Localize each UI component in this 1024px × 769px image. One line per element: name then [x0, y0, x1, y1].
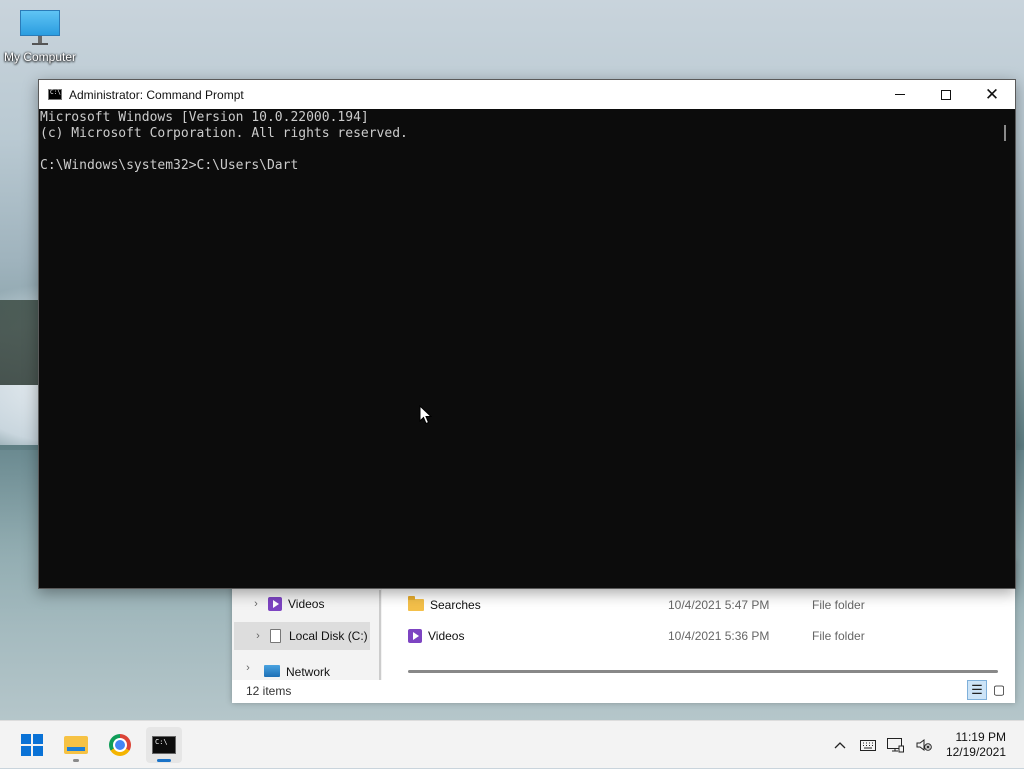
console-line: (c) Microsoft Corporation. All rights re… — [40, 126, 408, 141]
file-type: File folder — [812, 598, 865, 612]
taskbar-command-prompt[interactable] — [146, 727, 182, 763]
windows-start-icon — [21, 734, 43, 756]
file-row[interactable]: Videos 10/4/2021 5:36 PM File folder — [408, 624, 1008, 648]
maximize-icon — [941, 89, 951, 100]
minimize-icon — [895, 94, 905, 95]
file-date: 10/4/2021 5:47 PM — [668, 598, 770, 612]
clock-date: 12/19/2021 — [945, 745, 1006, 759]
console-prompt-line: C:\Windows\system32>C:\Users\Dart — [40, 158, 299, 173]
file-name: Videos — [428, 629, 465, 643]
chevron-up-icon[interactable] — [826, 731, 854, 759]
pane-splitter[interactable] — [379, 590, 381, 680]
minimize-button[interactable] — [877, 80, 923, 109]
command-prompt-window[interactable]: Administrator: Command Prompt ✕ Microsof… — [38, 79, 1016, 589]
video-icon — [408, 629, 422, 643]
desktop-icon-label: My Computer — [3, 50, 77, 64]
window-title: Administrator: Command Prompt — [69, 87, 244, 102]
large-icons-view-icon[interactable]: ▢ — [989, 680, 1009, 700]
close-icon: ✕ — [984, 85, 1000, 104]
nav-item-label: Network — [286, 665, 331, 679]
network-icon — [264, 665, 280, 677]
volume-muted-icon[interactable] — [910, 731, 938, 759]
terminal-icon — [48, 89, 62, 100]
console-line: Microsoft Windows [Version 10.0.22000.19… — [40, 110, 369, 125]
clock[interactable]: 11:19 PM 12/19/2021 — [946, 730, 1006, 760]
chevron-right-icon[interactable]: › — [242, 662, 254, 674]
chevron-right-icon[interactable]: › — [250, 598, 262, 610]
nav-item-label: Videos — [288, 597, 325, 611]
vertical-scrollbar[interactable] — [997, 109, 1015, 588]
file-name: Searches — [430, 598, 481, 612]
desktop-icon-my-computer[interactable]: My Computer — [2, 10, 78, 64]
nav-item-label: Local Disk (C:) — [289, 629, 368, 643]
file-row[interactable]: Searches 10/4/2021 5:47 PM File folder — [408, 593, 1008, 617]
monitor-icon — [20, 10, 60, 45]
chrome-icon — [109, 734, 131, 756]
file-date: 10/4/2021 5:36 PM — [668, 629, 770, 643]
taskbar-chrome[interactable] — [102, 727, 138, 763]
scrollbar-thumb[interactable] — [1004, 125, 1006, 141]
nav-item-local-disk[interactable]: › Local Disk (C:) — [234, 622, 370, 650]
start-button[interactable] — [14, 727, 50, 763]
folder-icon — [64, 736, 88, 754]
folder-icon — [408, 596, 424, 611]
running-indicator — [73, 759, 79, 762]
system-tray: 11:19 PM 12/19/2021 — [826, 721, 1024, 769]
console-output[interactable]: Microsoft Windows [Version 10.0.22000.19… — [39, 109, 997, 588]
chevron-right-icon[interactable]: › — [252, 630, 264, 642]
video-icon — [268, 597, 282, 611]
keyboard-icon[interactable] — [854, 731, 882, 759]
title-bar[interactable]: Administrator: Command Prompt ✕ — [39, 80, 1015, 109]
network-icon[interactable] — [882, 731, 910, 759]
horizontal-scrollbar[interactable] — [408, 670, 998, 673]
wallpaper-trees — [0, 300, 40, 385]
maximize-button[interactable] — [923, 80, 969, 109]
nav-item-network[interactable]: › Network — [232, 662, 378, 680]
file-type: File folder — [812, 629, 865, 643]
nav-item-videos[interactable]: › Videos — [232, 590, 378, 618]
clock-time: 11:19 PM — [955, 730, 1006, 744]
taskbar: 11:19 PM 12/19/2021 — [0, 720, 1024, 768]
close-button[interactable]: ✕ — [969, 80, 1015, 109]
mouse-pointer-icon — [419, 405, 433, 425]
status-item-count: 12 items — [246, 684, 292, 698]
active-indicator — [157, 759, 171, 762]
taskbar-file-explorer[interactable] — [58, 727, 94, 763]
disk-icon — [270, 629, 281, 643]
terminal-icon — [152, 736, 176, 754]
view-toggle: ☰ ▢ — [967, 680, 1009, 700]
details-view-icon[interactable]: ☰ — [967, 680, 987, 700]
